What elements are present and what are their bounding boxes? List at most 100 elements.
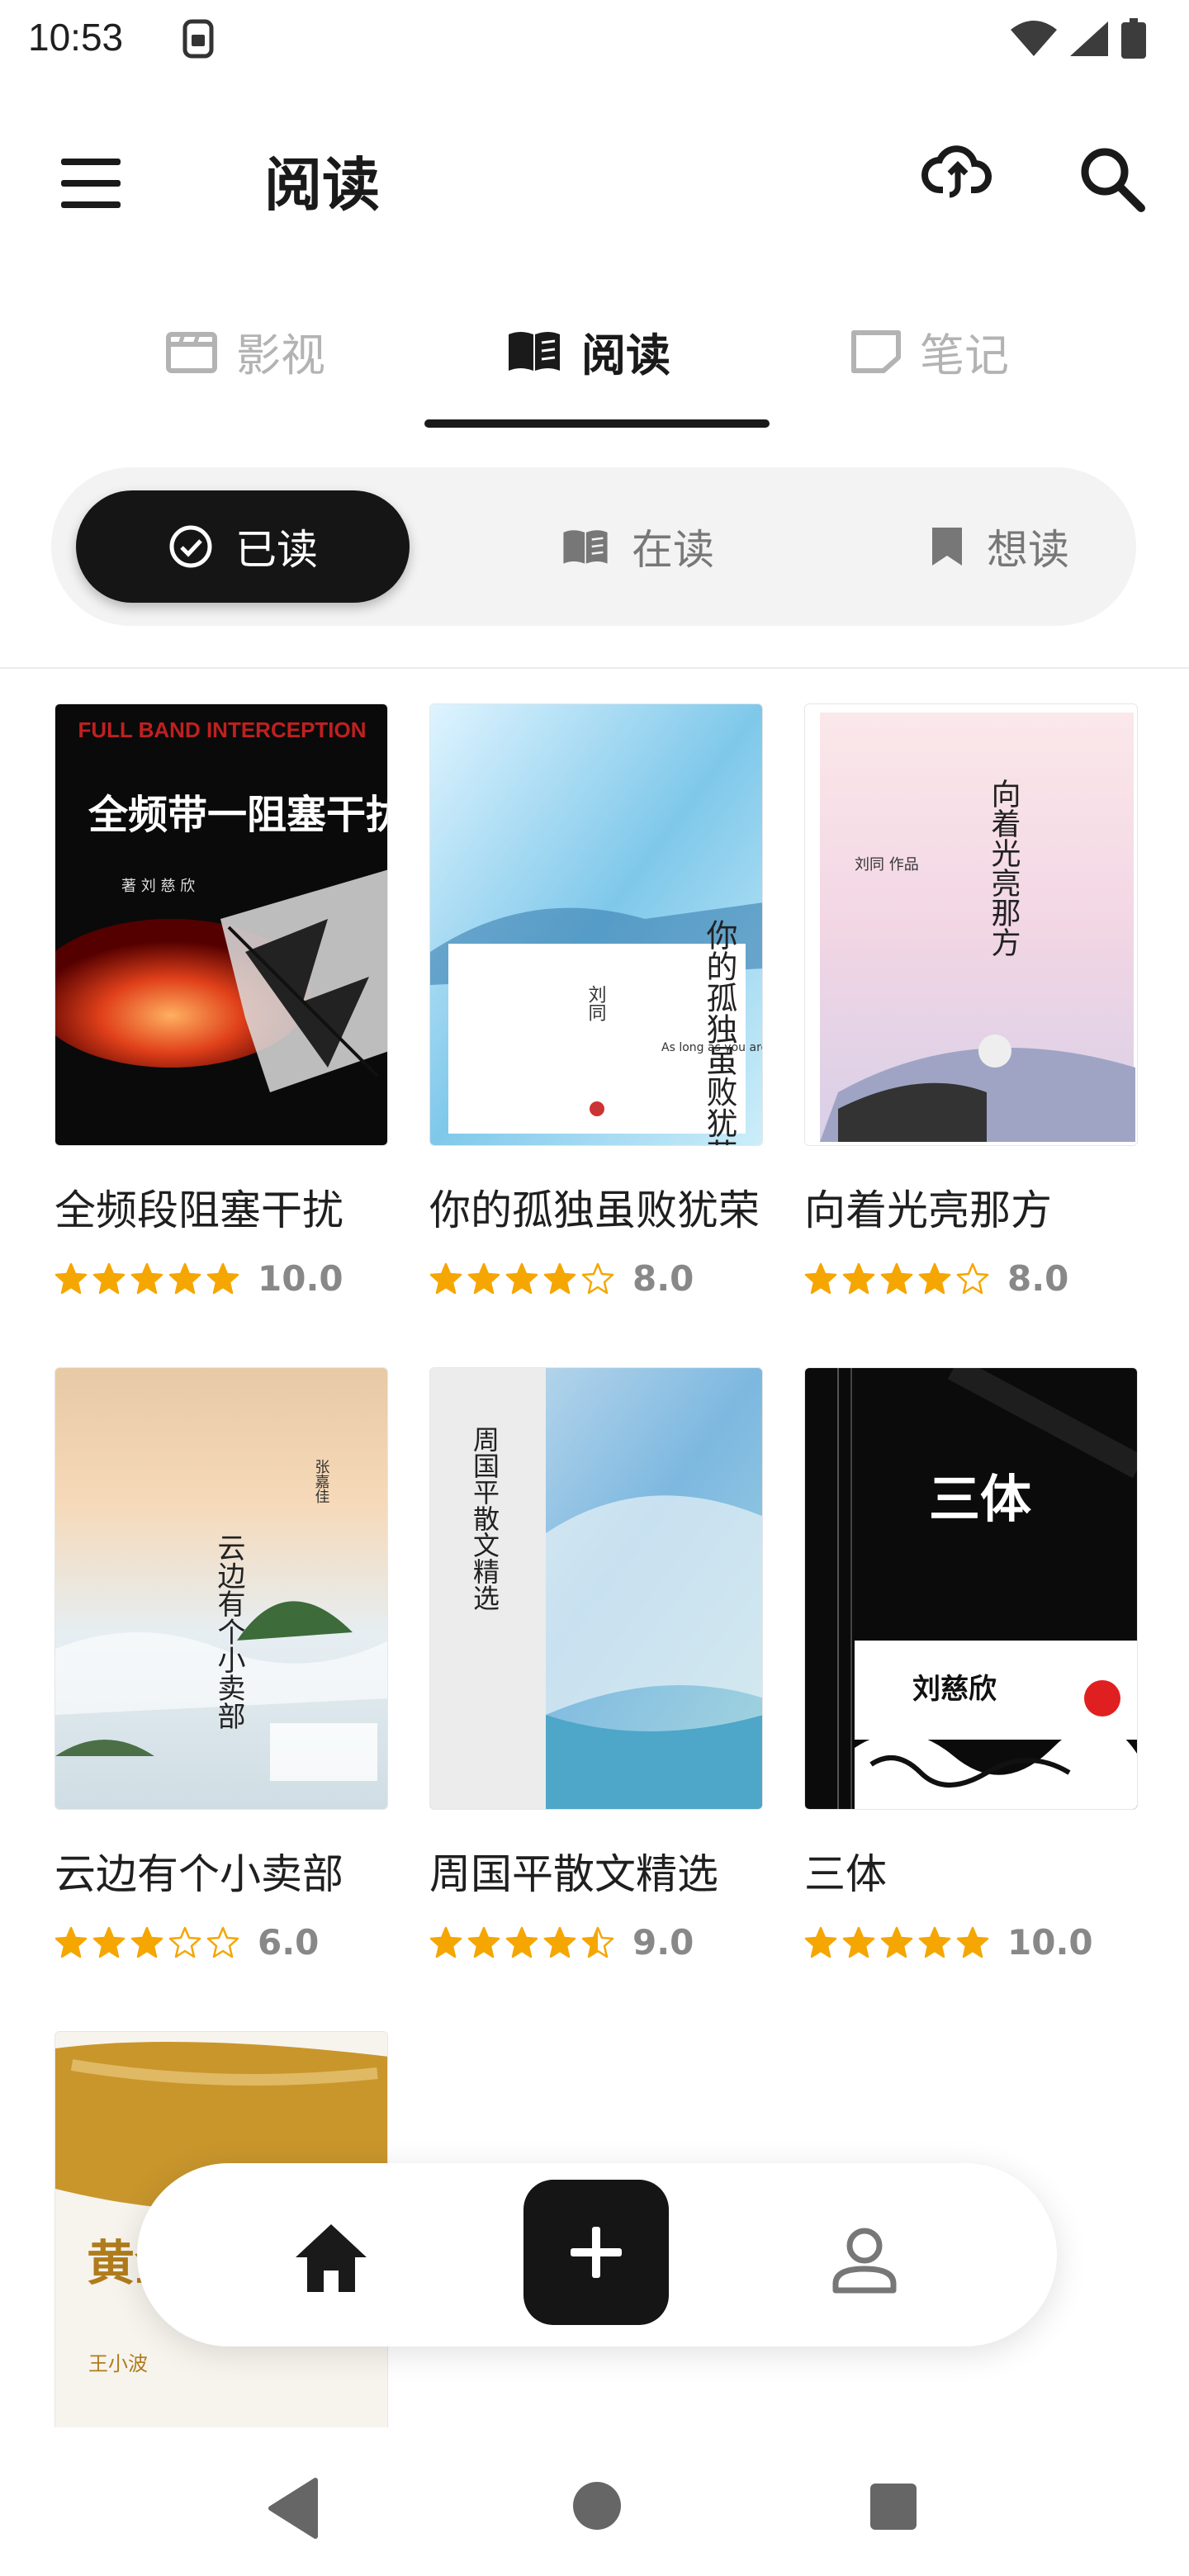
- book-cover: 三体 刘慈欣: [804, 1367, 1138, 1810]
- rating: 9.0: [429, 1922, 763, 1963]
- star-icon: [543, 1262, 576, 1294]
- tab-video[interactable]: 影视: [165, 305, 325, 396]
- page-title: 阅读: [264, 151, 380, 219]
- star-icon: [804, 1926, 837, 1958]
- svg-text:全频带一阻塞干扰: 全频带一阻塞干扰: [88, 792, 388, 838]
- book-cover: 云边有个小卖部 张嘉佳: [54, 1367, 388, 1810]
- star-icon: [842, 1262, 875, 1294]
- rating-value: 9.0: [632, 1922, 694, 1963]
- stars: [429, 1926, 614, 1959]
- stars: [54, 1926, 239, 1959]
- star-icon: [581, 1262, 614, 1294]
- svg-text:你的孤独虽败犹荣: 你的孤独虽败犹荣: [701, 919, 737, 1146]
- stars: [804, 1262, 989, 1295]
- filter-reading-label: 在读: [632, 526, 714, 574]
- tab-indicator: [424, 419, 770, 428]
- bottom-nav: [137, 2163, 1057, 2346]
- filter-want-label: 想读: [987, 526, 1069, 574]
- book-title: 周国平散文精选: [429, 1850, 718, 1898]
- star-icon: [467, 1262, 500, 1294]
- book-title: 你的孤独虽败犹荣: [429, 1186, 760, 1234]
- book-title: 全频段阻塞干扰: [54, 1186, 343, 1234]
- sim-icon: [182, 19, 214, 59]
- home-icon[interactable]: [286, 2213, 377, 2304]
- star-icon: [92, 1262, 126, 1294]
- book-open-icon: [563, 530, 608, 564]
- stars: [804, 1926, 989, 1959]
- status-time: 10:53: [28, 16, 124, 59]
- rating: 10.0: [54, 1258, 388, 1299]
- book-card[interactable]: 云边有个小卖部 张嘉佳 云边有个小卖部 6.0: [54, 1367, 388, 1963]
- menu-icon[interactable]: [58, 150, 124, 216]
- tab-notes-label: 笔记: [920, 329, 1009, 381]
- status-filter: 已读 在读 想读: [51, 467, 1136, 626]
- book-title: 三体: [804, 1850, 887, 1898]
- rating: 10.0: [804, 1922, 1138, 1963]
- star-icon: [467, 1926, 500, 1958]
- home-circle-icon[interactable]: [571, 2480, 623, 2531]
- book-card[interactable]: 向着光亮那方 刘同 作品 向着光亮那方 8.0: [804, 703, 1138, 1299]
- filter-want[interactable]: 想读: [875, 490, 1123, 603]
- tab-reading[interactable]: 阅读: [505, 305, 670, 396]
- svg-text:刘同 作品: 刘同 作品: [855, 856, 919, 874]
- star-icon: [168, 1262, 201, 1294]
- book-cover: 向着光亮那方 刘同 作品: [804, 703, 1138, 1146]
- divider: [0, 667, 1189, 669]
- star-icon: [956, 1262, 989, 1294]
- status-bar: 10:53: [0, 0, 1189, 79]
- tab-video-label: 影视: [236, 329, 325, 381]
- star-icon: [543, 1926, 576, 1958]
- star-icon: [54, 1262, 88, 1294]
- star-icon: [168, 1926, 201, 1958]
- book-card[interactable]: 你的孤独虽败犹荣 刘同 As long as you are here 你的孤独…: [429, 703, 763, 1299]
- tab-reading-label: 阅读: [581, 329, 670, 381]
- star-icon: [130, 1262, 163, 1294]
- star-icon: [956, 1926, 989, 1958]
- rating-value: 8.0: [1007, 1258, 1069, 1299]
- svg-text:FULL BAND INTERCEPTION: FULL BAND INTERCEPTION: [78, 717, 366, 742]
- note-icon: [851, 330, 901, 373]
- back-icon[interactable]: [264, 2477, 322, 2540]
- tab-notes[interactable]: 笔记: [850, 305, 1009, 396]
- star-icon: [880, 1262, 913, 1294]
- stars: [54, 1262, 239, 1295]
- rating-value: 10.0: [258, 1258, 343, 1299]
- bookmark-icon: [932, 528, 962, 566]
- rating-value: 8.0: [632, 1258, 694, 1299]
- category-tabs: 影视 阅读 笔记: [0, 305, 1189, 429]
- search-icon[interactable]: [1073, 140, 1149, 216]
- book-card[interactable]: 三体 刘慈欣 三体 10.0: [804, 1367, 1138, 1963]
- recent-apps-icon[interactable]: [869, 2482, 918, 2531]
- book-title: 云边有个小卖部: [54, 1850, 343, 1898]
- book-card[interactable]: 周国平散文精选 周国平散文精选 9.0: [429, 1367, 763, 1963]
- star-icon: [206, 1926, 239, 1958]
- battery-icon: [1121, 18, 1146, 59]
- svg-text:云边有个小卖部: 云边有个小卖部: [212, 1533, 245, 1730]
- clapper-icon: [166, 332, 217, 373]
- book-open-icon: [509, 332, 560, 371]
- svg-text:周国平散文精选: 周国平散文精选: [469, 1426, 500, 1611]
- profile-icon[interactable]: [819, 2214, 910, 2305]
- book-title: 向着光亮那方: [804, 1186, 1052, 1234]
- svg-text:著 刘 慈 欣: 著 刘 慈 欣: [121, 878, 195, 895]
- star-icon: [130, 1926, 163, 1958]
- filter-reading[interactable]: 在读: [514, 490, 761, 603]
- signal-icon: [1070, 21, 1108, 56]
- rating: 8.0: [429, 1258, 763, 1299]
- star-icon: [429, 1926, 462, 1958]
- rating-value: 6.0: [258, 1922, 320, 1963]
- book-card[interactable]: FULL BAND INTERCEPTION 全频带一阻塞干扰 著 刘 慈 欣 …: [54, 703, 388, 1299]
- filter-read[interactable]: 已读: [76, 490, 410, 603]
- filter-read-label: 已读: [235, 526, 318, 574]
- add-button[interactable]: [523, 2180, 669, 2325]
- plus-icon: [571, 2227, 622, 2278]
- star-icon: [206, 1262, 239, 1294]
- star-icon: [880, 1926, 913, 1958]
- stars: [429, 1262, 614, 1295]
- star-icon: [54, 1926, 88, 1958]
- wifi-icon: [1011, 21, 1057, 56]
- star-icon: [918, 1262, 951, 1294]
- rating: 6.0: [54, 1922, 388, 1963]
- cloud-sync-icon[interactable]: [918, 140, 994, 216]
- book-cover: 你的孤独虽败犹荣 刘同 As long as you are here: [429, 703, 763, 1146]
